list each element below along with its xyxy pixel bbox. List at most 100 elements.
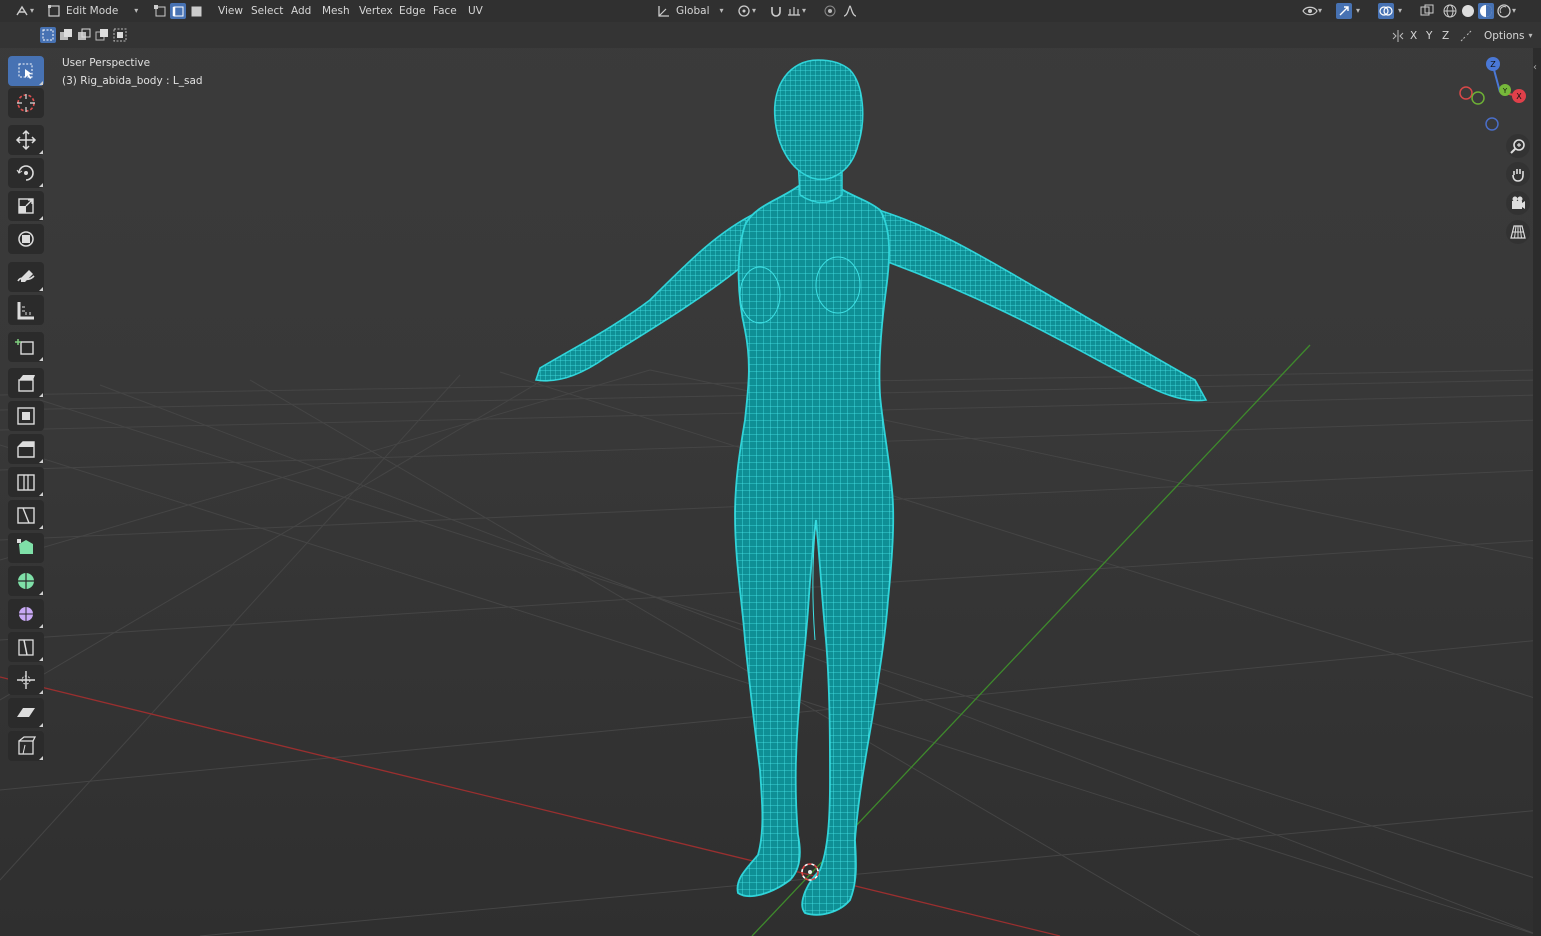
orientation-label: Global xyxy=(676,5,710,17)
gizmo-y-label: Y xyxy=(1502,87,1508,95)
shading-solid-button[interactable] xyxy=(1460,2,1476,20)
tool-loop-cut[interactable] xyxy=(8,467,44,497)
add-cube-icon xyxy=(15,339,34,355)
snap-target-dropdown[interactable]: ▾ xyxy=(786,2,810,20)
select-intersect-icon xyxy=(113,28,127,42)
tool-measure[interactable] xyxy=(8,295,44,325)
tool-add-cube[interactable] xyxy=(8,332,44,362)
auto-merge-toggle[interactable] xyxy=(1458,27,1474,45)
tool-shear[interactable] xyxy=(8,698,44,728)
tool-cursor[interactable] xyxy=(8,88,44,118)
viewport-header: ▾ Edit Mode ▾ View Select Add Mesh Verte… xyxy=(0,0,1541,22)
options-dropdown[interactable]: Options ▾ xyxy=(1484,27,1537,45)
gizmo-arrows-icon xyxy=(1339,6,1349,16)
gizmo-neg-y-handle[interactable] xyxy=(1471,91,1485,105)
vertex-select-mode-button[interactable] xyxy=(152,3,168,19)
xray-toggle[interactable] xyxy=(1419,2,1435,20)
gizmo-z-label: Z xyxy=(1490,60,1496,69)
tool-inset-faces[interactable] xyxy=(8,401,44,431)
falloff-dropdown[interactable] xyxy=(842,2,858,20)
smooth-sphere-icon xyxy=(19,607,33,621)
menu-select[interactable]: Select xyxy=(247,2,287,20)
tool-rotate[interactable] xyxy=(8,158,44,188)
select-subtract-button[interactable] xyxy=(76,27,92,43)
sidebar-collapse-strip[interactable]: ‹ xyxy=(1533,48,1541,936)
select-extend-icon xyxy=(60,29,72,40)
falloff-curve-icon xyxy=(843,5,857,17)
grid-view-icon xyxy=(1510,225,1526,239)
tool-extrude-region[interactable] xyxy=(8,368,44,398)
mirror-z-toggle[interactable]: Z xyxy=(1438,27,1453,45)
viewport-scene[interactable]: Z X Y xyxy=(0,0,1541,936)
mode-dropdown[interactable]: Edit Mode ▾ xyxy=(46,2,144,20)
shading-material-button[interactable] xyxy=(1478,2,1494,20)
select-intersect-button[interactable] xyxy=(112,27,128,43)
pivot-icon xyxy=(738,5,750,17)
rotate-icon xyxy=(16,165,34,181)
visibility-dropdown[interactable]: ▾ xyxy=(1302,2,1326,20)
editor-type-button[interactable]: ▾ xyxy=(14,2,38,20)
extrude-icon xyxy=(18,375,35,392)
tool-shrink-fatten[interactable] xyxy=(8,665,44,695)
chevron-down-icon: ▾ xyxy=(1356,6,1361,15)
tool-knife[interactable] xyxy=(8,500,44,530)
tool-move[interactable] xyxy=(8,125,44,155)
face-select-mode-button[interactable] xyxy=(188,3,204,19)
menu-vertex[interactable]: Vertex xyxy=(355,2,397,20)
tool-poly-build[interactable] xyxy=(8,533,44,563)
tool-scale[interactable] xyxy=(8,191,44,221)
3d-cursor[interactable] xyxy=(801,863,819,881)
scale-icon xyxy=(18,198,34,214)
cursor-icon xyxy=(17,94,35,112)
spin-icon xyxy=(18,573,34,589)
perspective-toggle-button[interactable] xyxy=(1506,220,1530,244)
menu-mesh[interactable]: Mesh xyxy=(318,2,354,20)
mirror-y-toggle[interactable]: Y xyxy=(1422,27,1436,45)
menu-view[interactable]: View xyxy=(214,2,247,20)
snap-toggle[interactable] xyxy=(768,2,784,20)
3d-viewport[interactable]: Z X Y xyxy=(0,0,1541,936)
tool-bevel[interactable] xyxy=(8,434,44,464)
select-new-button[interactable] xyxy=(40,27,56,43)
tool-select-box[interactable] xyxy=(8,56,44,86)
mode-label: Edit Mode xyxy=(66,5,119,17)
gizmo-neg-x-handle[interactable] xyxy=(1459,86,1473,100)
edge-select-mode-button[interactable] xyxy=(170,3,186,19)
menu-edge[interactable]: Edge xyxy=(395,2,429,20)
mirror-options-icon-button[interactable] xyxy=(1390,27,1406,45)
overlays-toggle[interactable]: ▾ xyxy=(1378,2,1406,20)
proportional-editing-toggle[interactable] xyxy=(822,2,838,20)
measure-ruler-icon xyxy=(17,302,34,320)
shrink-fatten-icon xyxy=(17,671,35,689)
select-extend-button[interactable] xyxy=(58,27,74,43)
tool-annotate[interactable] xyxy=(8,262,44,292)
shading-rendered-button[interactable]: ▾ xyxy=(1496,2,1520,20)
select-difference-button[interactable] xyxy=(94,27,110,43)
rendered-sphere-icon xyxy=(1497,4,1511,18)
menu-add[interactable]: Add xyxy=(287,2,315,20)
tool-rip-region[interactable] xyxy=(8,731,44,761)
menu-face[interactable]: Face xyxy=(429,2,461,20)
shading-wireframe-button[interactable] xyxy=(1442,2,1458,20)
pivot-point-dropdown[interactable]: ▾ xyxy=(736,2,760,20)
pan-button[interactable] xyxy=(1506,162,1530,186)
gizmo-x-label: X xyxy=(1516,92,1522,101)
magnet-icon xyxy=(771,7,781,17)
chevron-left-icon: ‹ xyxy=(1533,62,1537,73)
tool-edge-slide[interactable] xyxy=(8,632,44,662)
menu-uv[interactable]: UV xyxy=(464,2,487,20)
body-mesh[interactable] xyxy=(534,59,1208,916)
mirror-x-toggle[interactable]: X xyxy=(1406,27,1421,45)
gizmo-neg-z-handle[interactable] xyxy=(1485,117,1499,131)
tool-smooth[interactable] xyxy=(8,599,44,629)
transform-orientation-dropdown[interactable]: Global ▾ xyxy=(656,2,728,20)
pan-hand-icon xyxy=(1512,169,1524,182)
navigation-gizmo[interactable]: Z X Y xyxy=(1459,57,1526,131)
solid-sphere-icon xyxy=(1462,5,1474,17)
camera-view-button[interactable] xyxy=(1506,191,1530,215)
tool-spin[interactable] xyxy=(8,566,44,596)
chevron-down-icon: ▾ xyxy=(802,6,807,15)
gizmo-toggle[interactable]: ▾ xyxy=(1336,2,1364,20)
tool-transform[interactable] xyxy=(8,224,44,254)
zoom-button[interactable] xyxy=(1506,134,1530,158)
